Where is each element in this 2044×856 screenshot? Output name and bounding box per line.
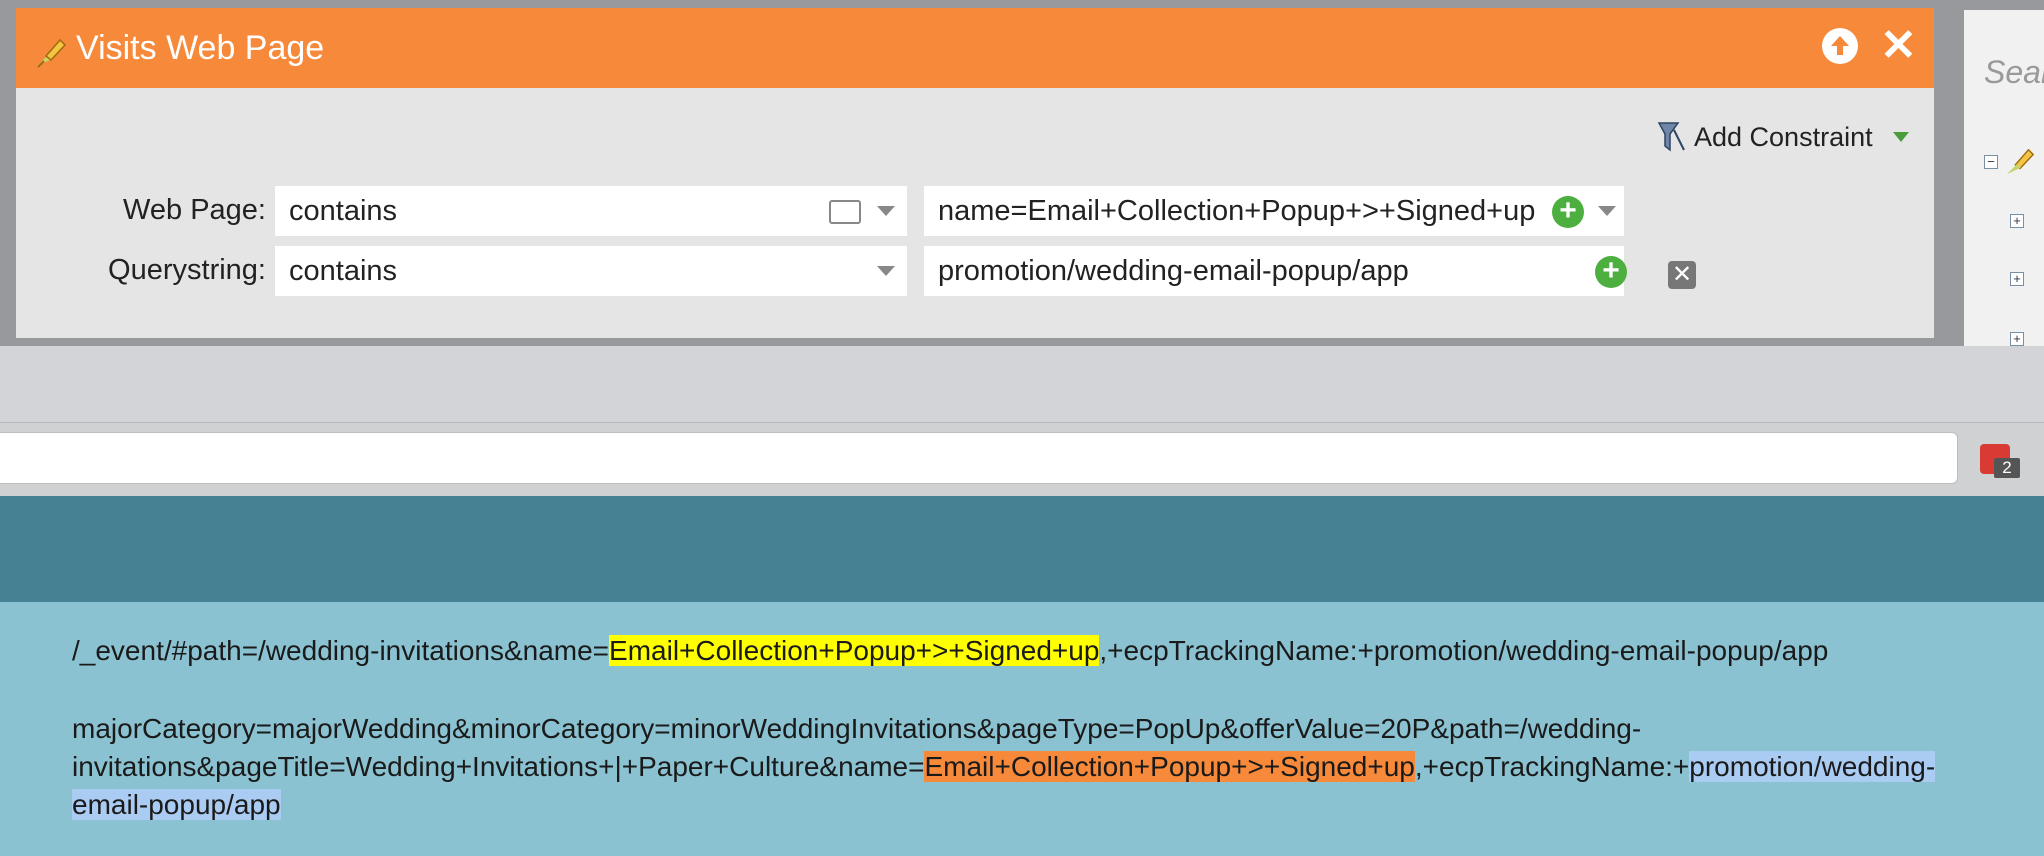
params-line-end: email-popup/app	[72, 786, 2032, 824]
trigger-icon	[37, 38, 67, 68]
querystring-value-field[interactable]: promotion/wedding-email-popup/app +	[924, 246, 1627, 296]
params-line-continued: invitations&pageTitle=Wedding+Invitation…	[72, 748, 2032, 786]
arrow-up-circle-icon[interactable]	[1822, 28, 1858, 64]
remove-icon[interactable]: ✕	[1668, 261, 1696, 289]
visits-web-page-dialog: Visits Web Page ✕ Add Constraint Web Pag…	[16, 8, 1934, 338]
params-text: majorCategory=majorWedding&minorCategory…	[72, 713, 1642, 744]
page-header	[0, 496, 2044, 602]
params-text-3: ,+ecpTrackingName:+	[1414, 751, 1690, 782]
tree-expand-icon[interactable]: +	[2010, 214, 2024, 228]
browser-tab-strip	[0, 346, 2044, 423]
querystring-value: promotion/wedding-email-popup/app	[938, 255, 1409, 287]
filter-icon	[1657, 122, 1685, 152]
highlight-orange: Email+Collection+Popup+>+Signed+up	[924, 751, 1415, 782]
dialog-header: Visits Web Page ✕	[16, 8, 1934, 88]
querystring-operator-select[interactable]: contains	[275, 246, 907, 296]
chevron-down-icon	[1892, 132, 1909, 142]
tree-collapse-icon[interactable]: −	[1984, 155, 1998, 169]
event-line: /_event/#path=/wedding-invitations&name=…	[72, 632, 2032, 670]
params-line: majorCategory=majorWedding&minorCategory…	[72, 710, 2032, 748]
search-input[interactable]: Sear	[1984, 54, 2044, 91]
event-text: /_event/#path=/wedding-invitations&name=	[72, 635, 610, 666]
querystring-label: Querystring:	[108, 254, 266, 286]
add-constraint-button[interactable]: Add Constraint	[1656, 120, 1909, 154]
chevron-down-icon[interactable]	[877, 206, 895, 216]
event-text-tail: ,+ecpTrackingName:+promotion/wedding-ema…	[1099, 635, 1829, 666]
right-panel: Sear − + + +	[1964, 10, 2044, 346]
querystring-operator-value: contains	[289, 255, 398, 287]
highlight-yellow: Email+Collection+Popup+>+Signed+up	[609, 635, 1100, 666]
chevron-down-icon[interactable]	[1598, 206, 1616, 216]
tree-expand-icon[interactable]: +	[2010, 272, 2024, 286]
tree-expand-icon[interactable]: +	[2010, 332, 2024, 346]
web-page-operator-select[interactable]: contains	[275, 186, 907, 236]
extension-badge: 2	[1994, 458, 2020, 478]
close-icon[interactable]: ✕	[1880, 24, 1917, 68]
trigger-icon	[2006, 148, 2035, 175]
card-icon[interactable]	[829, 200, 861, 224]
web-page-value: name=Email+Collection+Popup+>+Signed+up	[938, 195, 1536, 227]
web-page-label: Web Page:	[123, 194, 266, 226]
add-constraint-label: Add Constraint	[1694, 121, 1873, 152]
params-text-2: invitations&pageTitle=Wedding+Invitation…	[72, 751, 925, 782]
add-circle-icon[interactable]: +	[1552, 196, 1584, 228]
highlight-blue-end: email-popup/app	[72, 789, 281, 820]
web-page-value-field[interactable]: name=Email+Collection+Popup+>+Signed+up …	[924, 186, 1624, 236]
chevron-down-icon[interactable]	[877, 266, 895, 276]
highlight-blue: promotion/wedding-	[1689, 751, 1936, 782]
address-bar[interactable]	[0, 432, 1958, 484]
web-page-operator-value: contains	[289, 195, 398, 227]
dialog-title: Visits Web Page	[76, 29, 325, 67]
add-circle-icon[interactable]: +	[1595, 256, 1627, 288]
